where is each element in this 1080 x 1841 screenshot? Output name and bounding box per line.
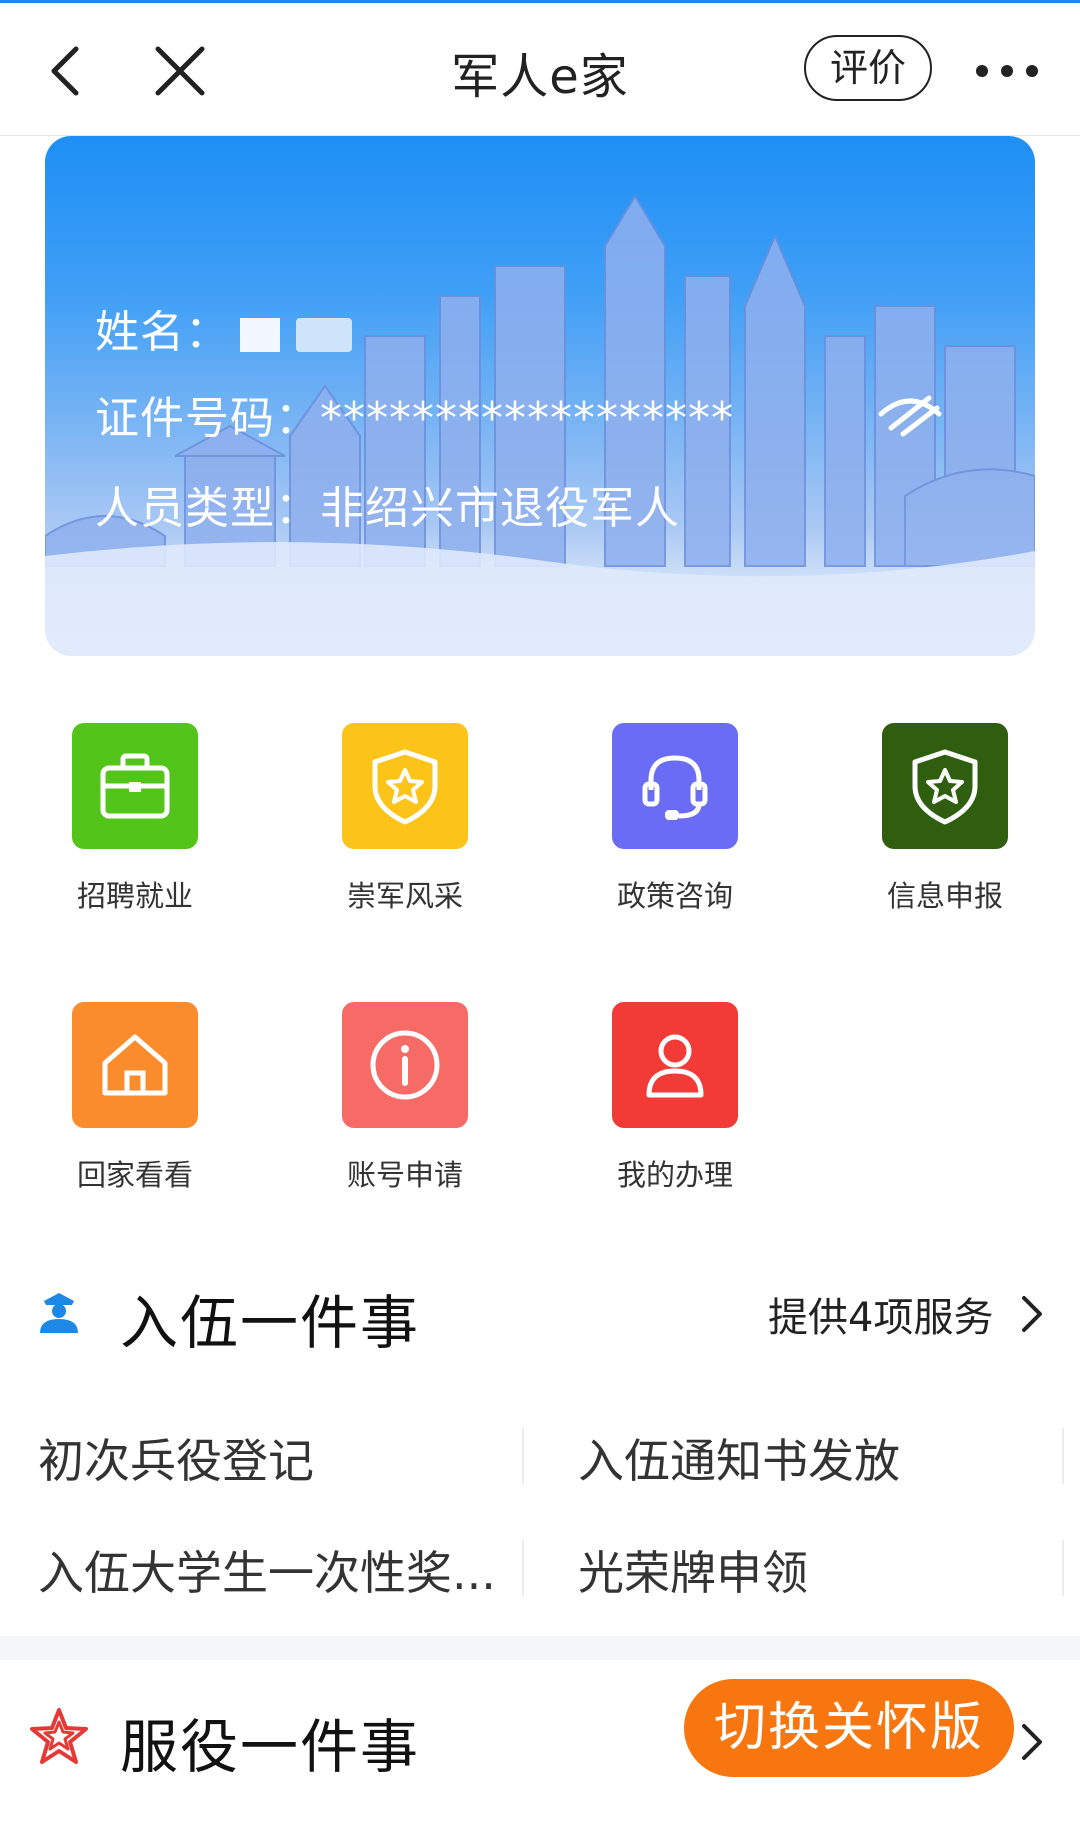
rate-button[interactable]: 评价 [804, 35, 932, 101]
enlist-more-link[interactable]: 提供4项服务 [768, 1285, 993, 1343]
service-military-style[interactable]: 崇军风采 [305, 723, 505, 915]
service-link[interactable]: 初次兵役登记 [38, 1425, 314, 1491]
chevron-right-icon[interactable] [1018, 1722, 1046, 1766]
service-label: 回家看看 [76, 1158, 193, 1192]
service-label: 招聘就业 [76, 879, 193, 913]
section-gap [0, 1636, 1080, 1660]
type-label: 人员类型： [95, 483, 320, 534]
shield-star-icon [882, 723, 1008, 849]
service-link[interactable]: 光荣牌申领 [578, 1537, 808, 1603]
service-link[interactable]: 入伍通知书发放 [578, 1425, 900, 1491]
service-visit-home[interactable]: 回家看看 [35, 1002, 235, 1194]
more-icon[interactable] [972, 51, 1042, 91]
divider [522, 1428, 524, 1484]
service-recruitment[interactable]: 招聘就业 [35, 723, 235, 915]
service-my-handling[interactable]: 我的办理 [575, 1002, 775, 1194]
name-row: 姓名： [95, 296, 352, 360]
briefcase-icon [72, 723, 198, 849]
id-row: 证件号码：****************** [95, 382, 734, 446]
home-icon [72, 1002, 198, 1128]
divider [1062, 1540, 1064, 1596]
service-account-apply[interactable]: 账号申请 [305, 1002, 505, 1194]
service-label: 政策咨询 [616, 879, 733, 913]
eye-hidden-icon[interactable] [875, 384, 945, 440]
section-title-enlist: 入伍一件事 [120, 1289, 421, 1357]
id-label: 证件号码： [95, 393, 320, 444]
service-info-report[interactable]: 信息申报 [845, 723, 1045, 915]
name-label: 姓名： [95, 307, 230, 358]
divider [1062, 1428, 1064, 1484]
profile-card: 姓名： 证件号码：****************** 人员类型：非绍兴市退役军… [45, 136, 1035, 656]
navigation-bar: 军人e家 评价 [0, 3, 1080, 136]
user-icon [612, 1002, 738, 1128]
service-policy-consult[interactable]: 政策咨询 [575, 723, 775, 915]
shield-star-icon [342, 723, 468, 849]
name-mask [296, 318, 352, 352]
service-label: 崇军风采 [346, 879, 463, 913]
service-label: 账号申请 [346, 1158, 463, 1192]
switch-care-mode-button[interactable]: 切换关怀版 [684, 1679, 1014, 1777]
id-value: ****************** [320, 393, 734, 444]
chevron-right-icon[interactable] [1018, 1294, 1046, 1338]
section-title-service: 服役一件事 [120, 1713, 421, 1781]
info-icon [342, 1002, 468, 1128]
soldier-icon [36, 1287, 82, 1337]
type-value: 非绍兴市退役军人 [320, 483, 680, 534]
name-mask [240, 318, 280, 352]
type-row: 人员类型：非绍兴市退役军人 [95, 472, 680, 536]
headset-icon [612, 723, 738, 849]
service-link[interactable]: 入伍大学生一次性奖... [38, 1537, 508, 1603]
star-icon [28, 1706, 90, 1770]
divider [522, 1540, 524, 1596]
service-label: 信息申报 [886, 879, 1003, 913]
service-label: 我的办理 [616, 1158, 733, 1192]
